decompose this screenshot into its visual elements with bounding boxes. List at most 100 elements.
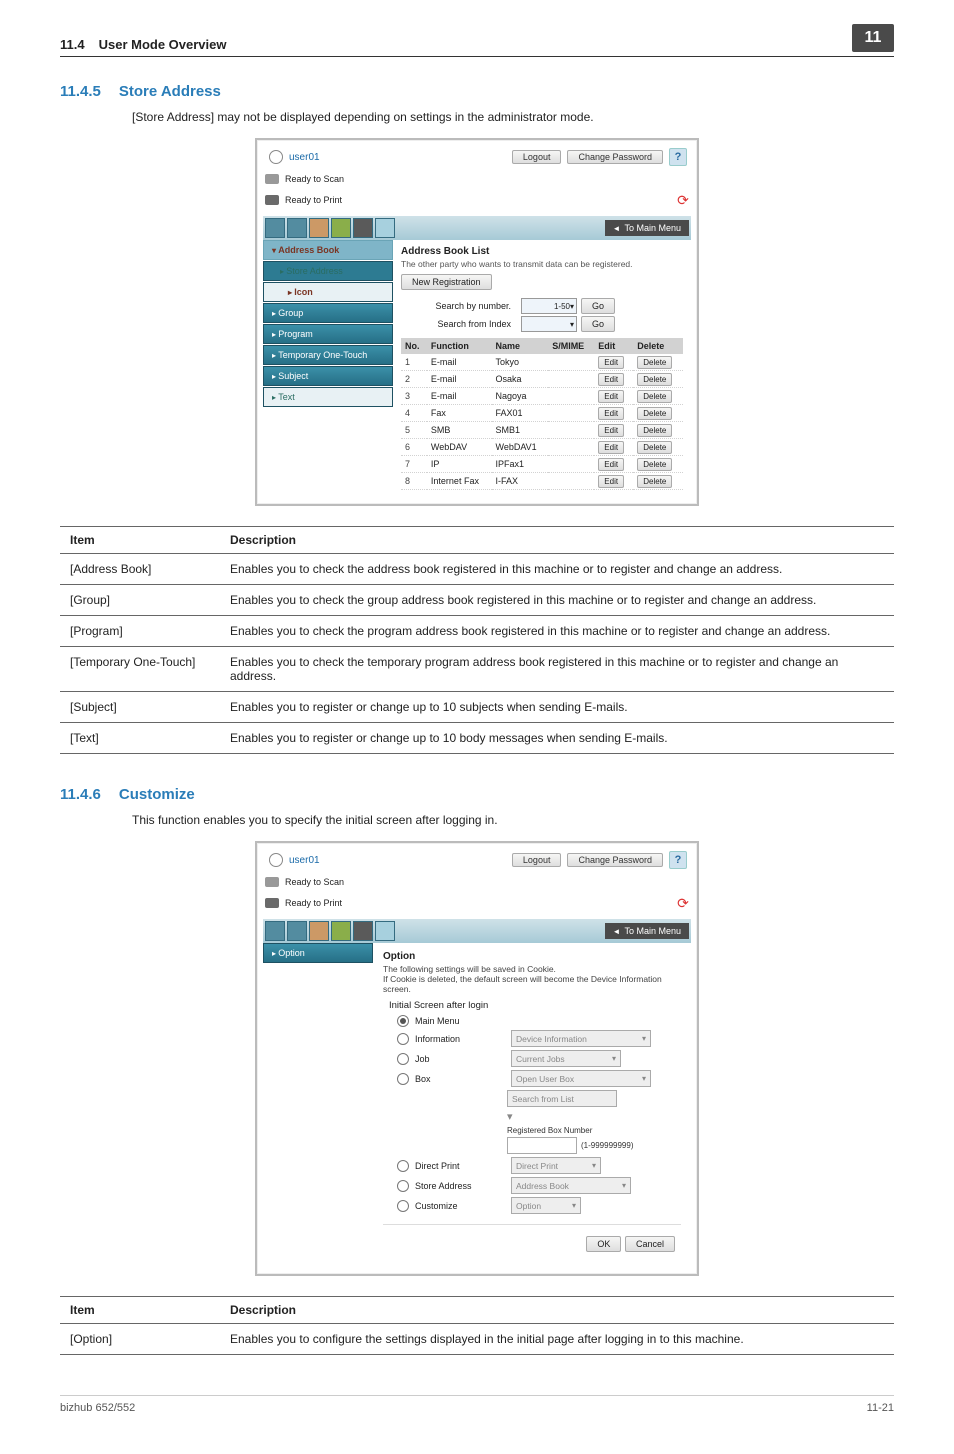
tab-icon[interactable]	[287, 921, 307, 941]
to-main-menu-button[interactable]: To Main Menu	[605, 923, 689, 939]
chapter-badge: 11	[852, 24, 894, 52]
select-value: Open User Box	[516, 1074, 574, 1084]
to-main-menu-button[interactable]: To Main Menu	[605, 220, 689, 236]
cell-name: Nagoya	[492, 388, 549, 405]
customize-description-table: Item Description [Option]Enables you to …	[60, 1296, 894, 1355]
index-select[interactable]: ▾	[521, 316, 577, 332]
sidebar-item-address-book[interactable]: Address Book	[263, 240, 393, 260]
box-select[interactable]: Open User Box	[511, 1070, 651, 1087]
cell-function: IP	[427, 456, 492, 473]
subsection-number: 11.4.5	[60, 83, 101, 100]
sidebar-item-group[interactable]: Group	[263, 303, 393, 323]
radio-job[interactable]	[397, 1053, 409, 1065]
tab-icon[interactable]	[265, 218, 285, 238]
reload-icon[interactable]: ⟳	[675, 192, 691, 208]
store-address-select[interactable]: Address Book	[511, 1177, 631, 1194]
sidebar-item-store-address[interactable]: Store Address	[263, 261, 393, 281]
scan-status-text: Ready to Scan	[285, 877, 344, 887]
print-status-text: Ready to Print	[285, 195, 342, 205]
edit-button[interactable]: Edit	[598, 373, 624, 386]
tab-icon[interactable]	[331, 921, 351, 941]
radio-information[interactable]	[397, 1033, 409, 1045]
information-select[interactable]: Device Information	[511, 1030, 651, 1047]
box-search-button[interactable]: Search from List	[507, 1090, 617, 1107]
table-row: [Text]Enables you to register or change …	[60, 723, 894, 754]
sidebar-item-label: Store Address	[286, 266, 343, 276]
delete-button[interactable]: Delete	[637, 390, 672, 403]
delete-button[interactable]: Delete	[637, 356, 672, 369]
delete-button[interactable]: Delete	[637, 441, 672, 454]
cell-description: Enables you to register or change up to …	[220, 723, 894, 754]
radio-box[interactable]	[397, 1073, 409, 1085]
tab-icon[interactable]	[287, 218, 307, 238]
delete-button[interactable]: Delete	[637, 424, 672, 437]
select-value: Current Jobs	[516, 1054, 565, 1064]
col-delete: Delete	[633, 338, 683, 354]
direct-print-select[interactable]: Direct Print	[511, 1157, 601, 1174]
user-icon	[269, 853, 283, 867]
registered-box-number-input[interactable]	[507, 1137, 577, 1154]
radio-label: Direct Print	[415, 1161, 505, 1171]
tab-icon[interactable]	[375, 218, 395, 238]
cell-item: [Program]	[60, 616, 220, 647]
go-button[interactable]: Go	[581, 298, 615, 314]
number-range-select[interactable]: 1-50 ▾	[521, 298, 577, 314]
reload-icon[interactable]: ⟳	[675, 895, 691, 911]
logout-button[interactable]: Logout	[512, 853, 562, 867]
delete-button[interactable]: Delete	[637, 458, 672, 471]
print-status-text: Ready to Print	[285, 898, 342, 908]
tab-icon[interactable]	[309, 218, 329, 238]
table-row: 5SMBSMB1EditDelete	[401, 422, 683, 439]
footer-model: bizhub 652/552	[60, 1402, 135, 1414]
sidebar-item-icon[interactable]: Icon	[263, 282, 393, 302]
logout-button[interactable]: Logout	[512, 150, 562, 164]
tab-icon[interactable]	[353, 218, 373, 238]
delete-button[interactable]: Delete	[637, 373, 672, 386]
scan-status-icon	[265, 877, 279, 887]
ok-button[interactable]: OK	[586, 1236, 621, 1252]
radio-customize[interactable]	[397, 1200, 409, 1212]
edit-button[interactable]: Edit	[598, 441, 624, 454]
tab-icon[interactable]	[353, 921, 373, 941]
tab-icon[interactable]	[331, 218, 351, 238]
subsection-lead: This function enables you to specify the…	[132, 813, 894, 827]
change-password-button[interactable]: Change Password	[567, 150, 663, 164]
radio-store-address[interactable]	[397, 1180, 409, 1192]
help-icon[interactable]: ?	[669, 851, 687, 869]
registered-box-number-label: Registered Box Number	[507, 1126, 592, 1135]
edit-button[interactable]: Edit	[598, 458, 624, 471]
edit-button[interactable]: Edit	[598, 424, 624, 437]
sidebar-item-program[interactable]: Program	[263, 324, 393, 344]
cancel-button[interactable]: Cancel	[625, 1236, 675, 1252]
tab-icon[interactable]	[309, 921, 329, 941]
edit-button[interactable]: Edit	[598, 407, 624, 420]
edit-button[interactable]: Edit	[598, 356, 624, 369]
tab-icon[interactable]	[375, 921, 395, 941]
option-note: The following settings will be saved in …	[383, 964, 681, 994]
change-password-button[interactable]: Change Password	[567, 853, 663, 867]
edit-button[interactable]: Edit	[598, 390, 624, 403]
col-edit: Edit	[594, 338, 633, 354]
edit-button[interactable]: Edit	[598, 475, 624, 488]
delete-button[interactable]: Delete	[637, 407, 672, 420]
cell-description: Enables you to register or change up to …	[220, 692, 894, 723]
radio-direct-print[interactable]	[397, 1160, 409, 1172]
sidebar-item-subject[interactable]: Subject	[263, 366, 393, 386]
section-number: 11.4	[60, 37, 85, 52]
go-button[interactable]: Go	[581, 316, 615, 332]
job-select[interactable]: Current Jobs	[511, 1050, 621, 1067]
delete-button[interactable]: Delete	[637, 475, 672, 488]
scan-status-text: Ready to Scan	[285, 174, 344, 184]
sidebar-item-option[interactable]: Option	[263, 943, 373, 963]
help-icon[interactable]: ?	[669, 148, 687, 166]
sidebar-item-text[interactable]: Text	[263, 387, 393, 407]
filter-icon: ▾	[507, 1110, 513, 1123]
new-registration-button[interactable]: New Registration	[401, 274, 492, 290]
radio-main-menu[interactable]	[397, 1015, 409, 1027]
customize-select[interactable]: Option	[511, 1197, 581, 1214]
cell-no: 8	[401, 473, 427, 490]
print-status-icon	[265, 898, 279, 908]
tab-icon[interactable]	[265, 921, 285, 941]
address-book-table: No. Function Name S/MIME Edit Delete 1E-…	[401, 338, 683, 490]
sidebar-item-temporary-one-touch[interactable]: Temporary One-Touch	[263, 345, 393, 365]
